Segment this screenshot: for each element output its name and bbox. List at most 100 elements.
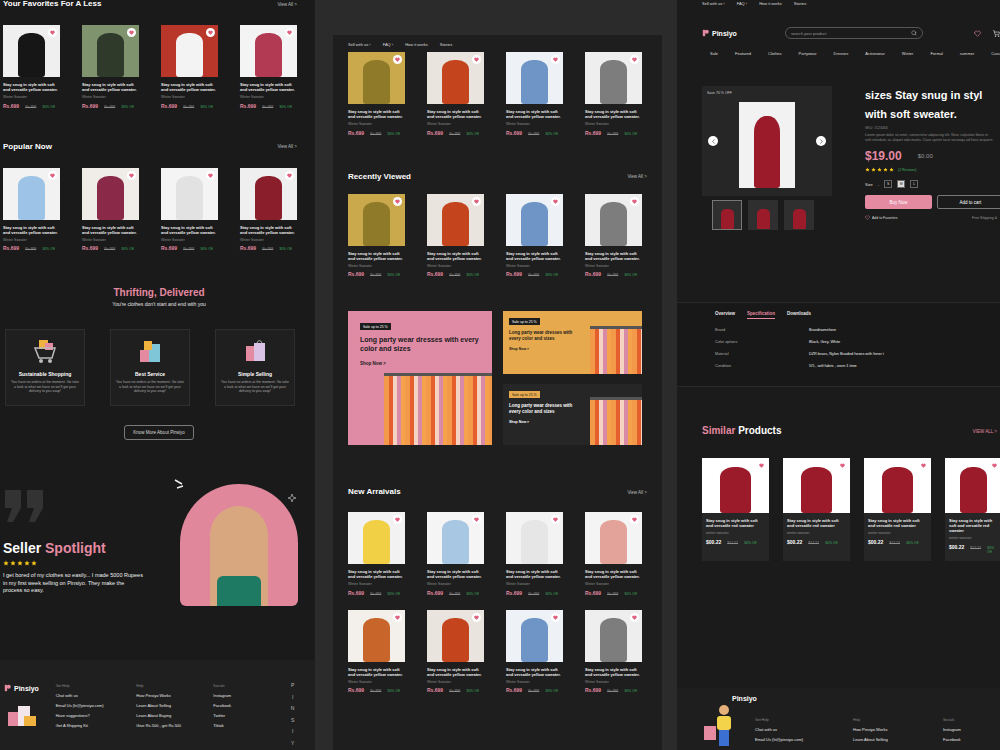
favorite-button[interactable] <box>990 461 999 470</box>
favorite-button[interactable] <box>630 55 639 64</box>
view-all-link[interactable]: View All > <box>277 144 297 149</box>
product-card[interactable]: Stay snug in style with soft and versati… <box>240 25 297 109</box>
product-card[interactable]: Stay snug in style with soft and versati… <box>161 25 218 109</box>
footer-link[interactable]: Get A Shipping Kit <box>56 723 137 728</box>
footer-link[interactable]: Chat with us <box>56 693 137 698</box>
buy-now-button[interactable]: Buy Now <box>865 195 932 209</box>
footer-link[interactable]: Chat with us <box>755 727 853 732</box>
nav-link[interactable]: How it works <box>759 1 782 6</box>
nav-link[interactable]: FAQ › <box>737 1 747 6</box>
promo-banner[interactable]: Sale up to 25 %Long party wear dresses w… <box>503 311 642 374</box>
favorite-button[interactable] <box>472 613 481 622</box>
category-link[interactable]: Formal <box>930 51 942 56</box>
favorite-button[interactable] <box>551 515 560 524</box>
footer-link[interactable]: Facebook <box>213 703 290 708</box>
footer-link[interactable]: Email Us (hi@pinsiyo.com) <box>56 703 137 708</box>
footer-link[interactable]: Tiktok <box>213 723 290 728</box>
favorite-button[interactable] <box>285 28 294 37</box>
add-to-cart-button[interactable]: Add to cart <box>937 195 1000 209</box>
product-card[interactable]: Stay snug in style with soft and versati… <box>506 194 563 278</box>
product-card[interactable]: Stay snug in style with soft and versati… <box>585 610 642 694</box>
favorite-button[interactable] <box>285 171 294 180</box>
product-card[interactable]: Stay snug in style with soft and versati… <box>585 512 642 596</box>
product-card[interactable]: Stay snug in style with soft and versati… <box>506 610 563 694</box>
product-card[interactable]: Stay snug in style with soft and versati… <box>348 52 405 136</box>
favorite-button[interactable] <box>472 197 481 206</box>
product-card[interactable]: Stay snug in style with soft and versati… <box>585 194 642 278</box>
product-card[interactable]: Stay snug in style with soft and versati… <box>3 25 60 109</box>
nav-link[interactable]: Stories <box>794 1 806 6</box>
nav-link[interactable]: FAQ › <box>383 42 393 47</box>
favorite-button[interactable] <box>630 197 639 206</box>
thumbnail[interactable] <box>784 200 814 230</box>
shop-now-link[interactable]: Shop Now > <box>509 420 581 424</box>
favorite-button[interactable] <box>757 461 766 470</box>
footer-link[interactable]: Give Rs.500 , get Rs.500 <box>136 723 213 728</box>
favorite-button[interactable] <box>393 515 402 524</box>
product-card[interactable]: Stay snug in style with soft and versati… <box>585 52 642 136</box>
size-minus[interactable]: - <box>878 182 879 187</box>
favorite-button[interactable] <box>206 28 215 37</box>
logo[interactable]: Pinsiyo <box>702 29 737 37</box>
product-card[interactable]: Stay snug in style with soft and versati… <box>427 610 484 694</box>
size-option[interactable]: M <box>897 180 905 188</box>
favorite-button[interactable] <box>630 515 639 524</box>
product-card[interactable]: Stay snug in style with soft and versati… <box>348 512 405 596</box>
thumbnail[interactable] <box>712 200 742 230</box>
category-link[interactable]: Partywear <box>799 51 817 56</box>
footer-link[interactable]: Instagram <box>213 693 290 698</box>
nav-link[interactable]: Sell with us › <box>702 1 725 6</box>
favorite-button[interactable] <box>48 171 57 180</box>
size-option[interactable]: L <box>910 180 918 188</box>
logo[interactable]: Pinsiyo <box>702 694 755 702</box>
favorite-button[interactable] <box>838 461 847 470</box>
footer-link[interactable]: Learn About Selling <box>853 737 943 742</box>
shop-now-link[interactable]: Shop Now > <box>360 361 480 366</box>
thumbnail[interactable] <box>748 200 778 230</box>
product-card[interactable]: Stay snug in style with soft and versati… <box>506 52 563 136</box>
category-link[interactable]: Sale <box>710 51 718 56</box>
category-link[interactable]: Activewear <box>865 51 885 56</box>
category-link[interactable]: summer <box>960 51 974 56</box>
product-card[interactable]: Stay snug in style with soft and versati… <box>427 52 484 136</box>
footer-link[interactable]: Learn About Buying <box>136 713 213 718</box>
product-card[interactable]: Stay snug in style with soft and versati… <box>348 610 405 694</box>
product-card[interactable]: Stay snug in style with soft and versati… <box>82 25 139 109</box>
tab[interactable]: Downloads <box>787 311 811 319</box>
footer-link[interactable]: Twitter <box>213 713 290 718</box>
promo-banner[interactable]: Sale up to 25 %Long party wear dresses w… <box>348 311 492 445</box>
product-card[interactable]: Stay snug in style with soft and versati… <box>506 512 563 596</box>
product-card[interactable]: Stay snug in style with soft and versati… <box>427 512 484 596</box>
favorite-button[interactable] <box>393 197 402 206</box>
nav-link[interactable]: How it works <box>405 42 428 47</box>
logo[interactable]: Pinsiyo <box>4 684 56 692</box>
favorite-button[interactable] <box>393 55 402 64</box>
footer-link[interactable]: Facebook <box>943 737 1000 742</box>
cart-icon[interactable] <box>993 30 1000 37</box>
favorite-button[interactable] <box>127 28 136 37</box>
view-all-link[interactable]: VIEW ALL > <box>973 429 997 434</box>
size-option[interactable]: S <box>884 180 892 188</box>
favorite-button[interactable] <box>393 613 402 622</box>
favorite-button[interactable] <box>127 171 136 180</box>
favorite-button[interactable] <box>551 613 560 622</box>
footer-link[interactable]: Instagram <box>943 727 1000 732</box>
view-all-link[interactable]: View All > <box>627 174 647 179</box>
product-card[interactable]: Stay snug in style with soft and versati… <box>348 194 405 278</box>
next-button[interactable] <box>816 136 826 146</box>
favorite-button[interactable] <box>630 613 639 622</box>
favorite-button[interactable] <box>919 461 928 470</box>
nav-link[interactable]: Sell with us › <box>348 42 371 47</box>
review-count[interactable]: (2 Reviews) <box>898 168 916 172</box>
category-link[interactable]: Winter <box>902 51 914 56</box>
category-link[interactable]: Dresses <box>834 51 849 56</box>
previous-button[interactable] <box>708 136 718 146</box>
heart-icon[interactable] <box>974 30 981 37</box>
product-card[interactable]: Stay snug in style with soft and versati… <box>864 458 931 561</box>
shop-now-link[interactable]: Shop Now > <box>509 347 581 351</box>
search-field[interactable]: search your product <box>785 27 923 39</box>
product-card[interactable]: Stay snug in style with soft and versati… <box>240 168 297 252</box>
category-link[interactable]: Clothes <box>768 51 782 56</box>
know-more-button[interactable]: Know More About Pinsiyo <box>124 425 193 440</box>
promo-banner[interactable]: Sale up to 25 %Long party wear dresses w… <box>503 384 642 445</box>
